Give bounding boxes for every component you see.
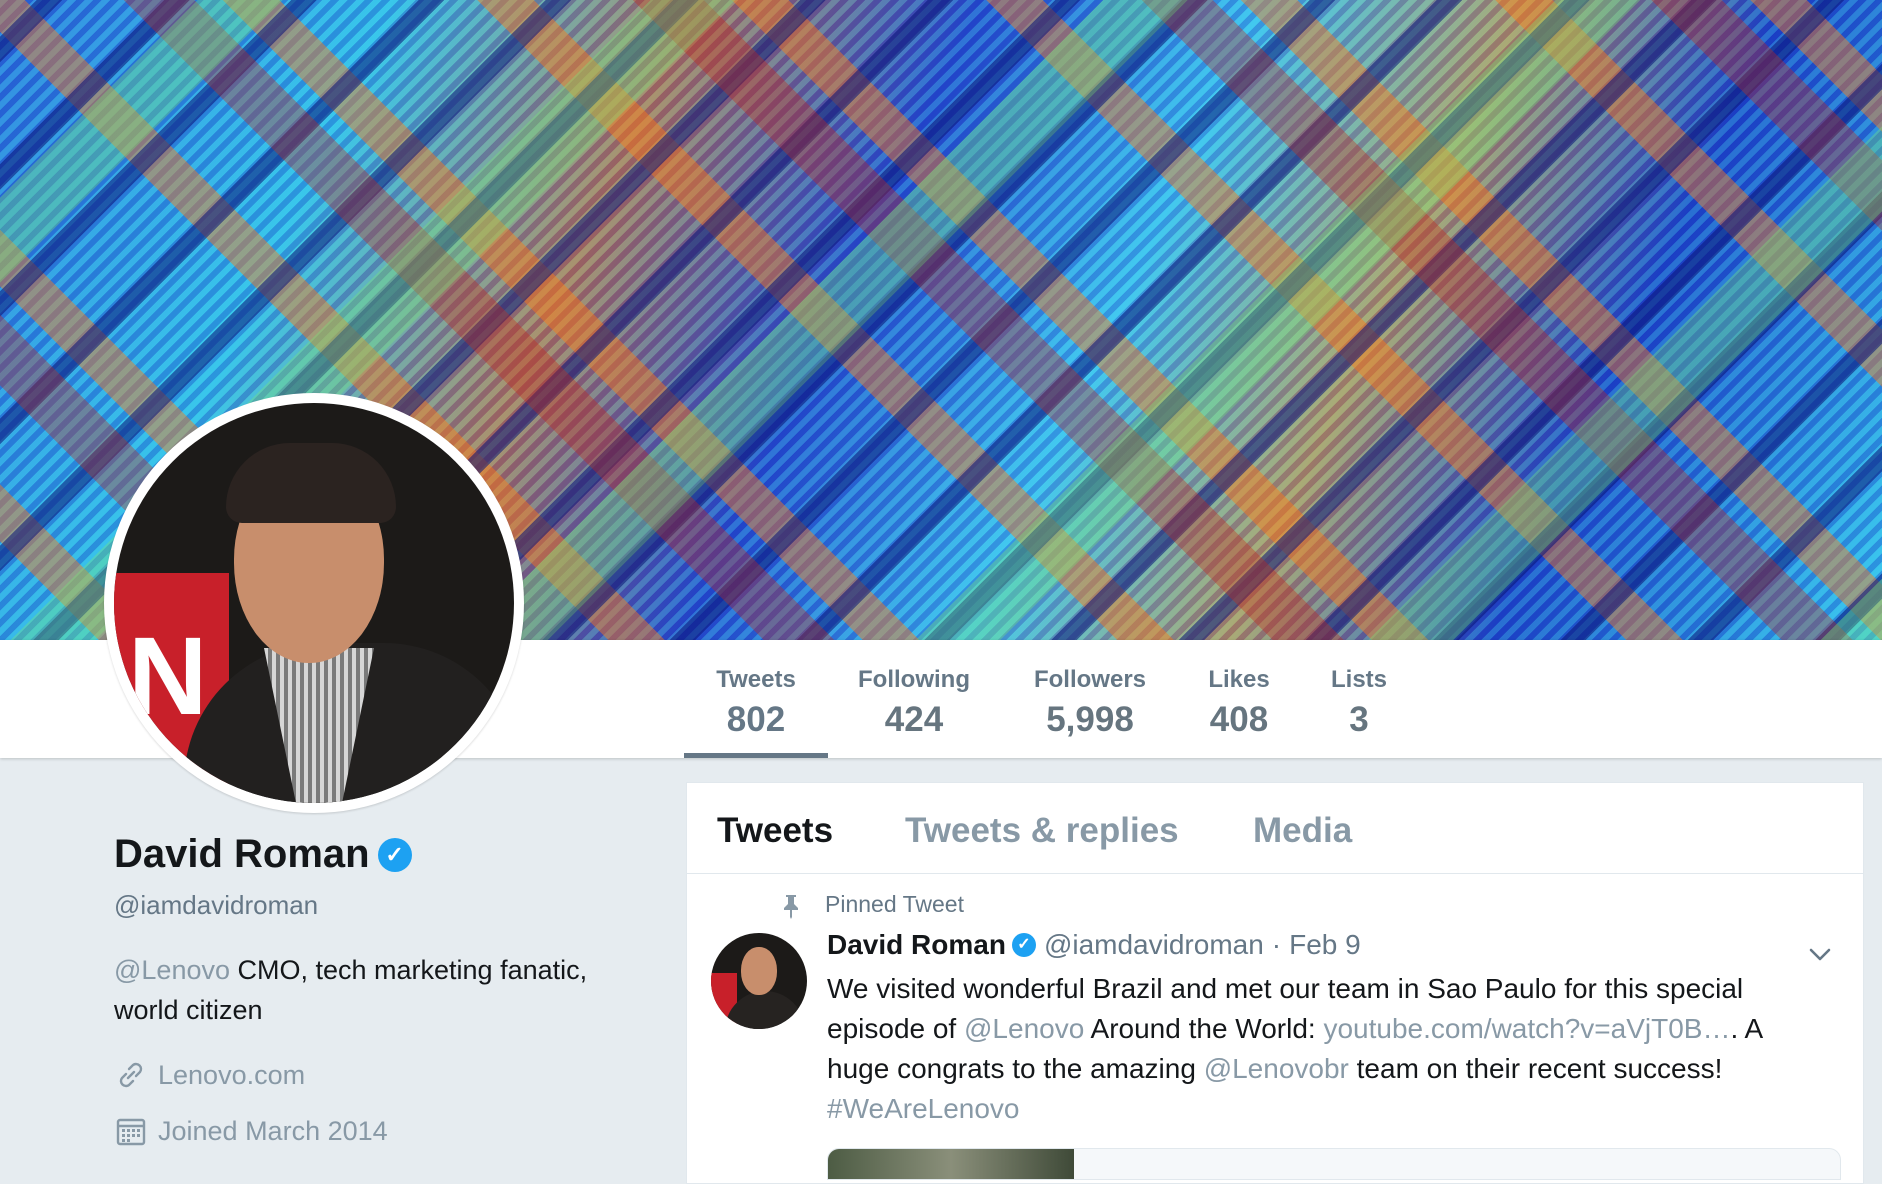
- pin-icon: [780, 893, 802, 919]
- link-icon: [114, 1058, 148, 1092]
- stat-value: 408: [1209, 700, 1269, 739]
- tweet-text: We visited wonderful Brazil and met our …: [827, 969, 1827, 1129]
- profile-bio: @Lenovo CMO, tech marketing fanatic, wor…: [114, 950, 654, 1030]
- tab-tweets-and-replies[interactable]: Tweets & replies: [905, 811, 1179, 851]
- stat-value: 5,998: [1046, 700, 1134, 739]
- verified-badge-icon: ✓: [1011, 933, 1036, 957]
- tweet-author-handle[interactable]: @iamdavidroman: [1044, 929, 1264, 961]
- stat-label: Followers: [1033, 666, 1147, 693]
- tweet-media-card[interactable]: [827, 1148, 1841, 1180]
- tweet-mention-link[interactable]: @Lenovobr: [1204, 1053, 1349, 1084]
- stat-tweets[interactable]: Tweets 802: [684, 640, 828, 758]
- verified-badge-icon: ✓: [377, 837, 412, 872]
- profile-url-link[interactable]: Lenovo.com: [158, 1060, 305, 1091]
- stat-value: 424: [884, 700, 944, 739]
- calendar-icon: [114, 1114, 148, 1148]
- stat-label: Lists: [1330, 666, 1387, 693]
- profile-name-row: David Roman ✓: [114, 832, 412, 877]
- tweet-avatar-face: [741, 947, 777, 995]
- profile-url-row: Lenovo.com: [114, 1058, 305, 1092]
- bio-mention-link[interactable]: @Lenovo: [114, 955, 230, 985]
- stat-value: 3: [1349, 700, 1369, 739]
- stat-value: 802: [726, 700, 786, 739]
- stat-likes[interactable]: Likes 408: [1200, 640, 1278, 758]
- stat-following[interactable]: Following 424: [852, 640, 976, 758]
- chevron-down-icon[interactable]: [1807, 941, 1833, 967]
- tweet-text-part: Around the World:: [1084, 1013, 1324, 1044]
- tweet-header-separator: ·: [1271, 929, 1282, 960]
- tweet-header: David Roman ✓ @iamdavidroman · Feb 9: [827, 929, 1361, 961]
- timeline-tabs: Tweets Tweets & replies Media: [687, 783, 1863, 874]
- profile-avatar[interactable]: N: [104, 393, 524, 813]
- timeline-card: Tweets Tweets & replies Media Pinned Twe…: [686, 782, 1864, 1184]
- avatar-photo: N: [114, 403, 514, 803]
- tweet-timestamp[interactable]: Feb 9: [1289, 929, 1361, 961]
- tweet-url-link[interactable]: youtube.com/watch?v=aVjT0B…: [1323, 1013, 1730, 1044]
- pinned-tweet-label: Pinned Tweet: [825, 891, 964, 917]
- stat-lists[interactable]: Lists 3: [1322, 640, 1396, 758]
- tweet-mention-link[interactable]: @Lenovo: [964, 1013, 1084, 1044]
- tweet-avatar-suit: [725, 991, 805, 1029]
- profile-name[interactable]: David Roman: [114, 832, 370, 877]
- tweet-hashtag-link[interactable]: #WeAreLenovo: [827, 1093, 1020, 1124]
- tweet-text-part: team on their recent success!: [1348, 1053, 1723, 1084]
- tab-media[interactable]: Media: [1253, 811, 1352, 851]
- tweet-author-avatar[interactable]: [711, 933, 807, 1029]
- stat-label: Tweets: [716, 666, 796, 693]
- stat-followers[interactable]: Followers 5,998: [1028, 640, 1152, 758]
- profile-joined-text: Joined March 2014: [158, 1115, 388, 1146]
- profile-joined-row: Joined March 2014: [114, 1114, 388, 1148]
- avatar-hair: [226, 443, 396, 523]
- profile-handle[interactable]: @iamdavidroman: [114, 890, 318, 921]
- tweet-author-name[interactable]: David Roman: [827, 929, 1006, 961]
- tweet-media-thumbnail: [828, 1149, 1074, 1179]
- stat-label: Likes: [1208, 666, 1270, 693]
- stat-label: Following: [858, 666, 970, 693]
- tab-tweets[interactable]: Tweets: [717, 811, 833, 851]
